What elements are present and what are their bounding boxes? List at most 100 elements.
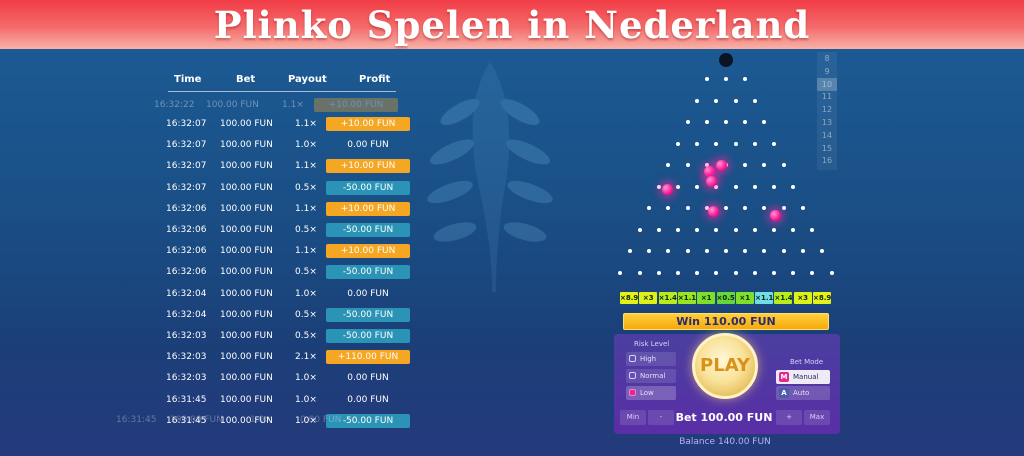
peg bbox=[772, 227, 776, 232]
cell-time: 16:32:07 bbox=[166, 182, 207, 193]
cell-bet: 100.00 FUN bbox=[220, 119, 273, 129]
cell-time: 16:32:04 bbox=[166, 288, 207, 299]
peg bbox=[656, 184, 661, 189]
cell-payout: 1.0× bbox=[295, 140, 317, 151]
cell-bet: 100.00 FUN bbox=[220, 225, 273, 235]
peg bbox=[829, 270, 834, 275]
peg bbox=[781, 249, 786, 253]
cell-time: 16:32:06 bbox=[166, 267, 207, 278]
cell-time: 16:32:06 bbox=[166, 246, 207, 257]
rows-option[interactable]: 14 bbox=[817, 129, 837, 142]
peg bbox=[666, 206, 671, 210]
risk-option-low[interactable]: Low bbox=[626, 386, 676, 400]
peg bbox=[743, 206, 748, 210]
cell-profit: +10.00 FUN bbox=[314, 98, 398, 112]
rows-option[interactable]: 11 bbox=[817, 90, 837, 103]
peg bbox=[695, 184, 700, 189]
cell-payout: 2.1× bbox=[295, 352, 317, 363]
peg bbox=[724, 77, 728, 81]
rows-option[interactable]: 8 bbox=[817, 52, 837, 65]
plinko-ball bbox=[716, 160, 727, 171]
peg bbox=[743, 77, 748, 81]
peg bbox=[752, 227, 757, 232]
peg bbox=[695, 98, 700, 103]
rows-option[interactable]: 13 bbox=[817, 116, 837, 129]
peg bbox=[810, 227, 815, 232]
rows-option[interactable]: 10 bbox=[817, 77, 837, 91]
peg bbox=[733, 184, 738, 189]
table-row: 16:32:03 100.00 FUN 0.5× -50.00 FUN bbox=[160, 328, 410, 346]
cell-profit: -50.00 FUN bbox=[326, 307, 410, 322]
balance-display: Balance 140.00 FUN bbox=[679, 437, 771, 447]
peg bbox=[772, 270, 776, 275]
peg bbox=[781, 206, 786, 210]
peg bbox=[791, 270, 796, 275]
cell-time: 16:32:04 bbox=[166, 309, 207, 320]
auto-key-icon: A bbox=[779, 388, 789, 398]
peg bbox=[714, 141, 719, 146]
rows-selector[interactable]: 8 9 10 11 12 13 14 15 16 bbox=[817, 52, 837, 170]
risk-low-icon bbox=[629, 389, 636, 396]
play-button[interactable]: PLAY bbox=[692, 333, 758, 399]
risk-option-normal[interactable]: Normal bbox=[626, 369, 676, 383]
table-row: 16:32:04 100.00 FUN 1.0× 0.00 FUN bbox=[160, 286, 400, 304]
peg bbox=[810, 270, 815, 275]
cell-bet: 100.00 FUN bbox=[220, 203, 273, 214]
cell-payout: 1.0× bbox=[250, 415, 272, 425]
cell-payout: 0.5× bbox=[295, 225, 317, 235]
cell-profit: +10.00 FUN bbox=[326, 201, 410, 216]
table-row: 16:32:06 100.00 FUN 0.5× -50.00 FUN bbox=[160, 264, 410, 282]
rows-option[interactable]: 9 bbox=[817, 65, 837, 78]
peg bbox=[666, 163, 671, 167]
risk-level-panel: Risk Level High Normal Low bbox=[620, 340, 676, 402]
risk-option-label: Low bbox=[640, 389, 654, 397]
peg bbox=[656, 227, 661, 232]
table-row: 16:32:03 100.00 FUN 2.1× +110.00 FUN bbox=[160, 349, 410, 367]
multiplier-slot: ×1 bbox=[697, 292, 716, 304]
cell-time: 16:32:06 bbox=[166, 225, 207, 235]
peg bbox=[714, 227, 719, 232]
peg bbox=[733, 141, 738, 146]
rows-option[interactable]: 15 bbox=[817, 142, 837, 155]
bet-amount: Bet 100.00 FUN bbox=[675, 411, 773, 424]
table-row: 16:32:03 100.00 FUN 1.0× 0.00 FUN bbox=[160, 370, 400, 388]
header-bet: Bet bbox=[236, 74, 256, 85]
peg bbox=[743, 120, 748, 124]
multiplier-slot: ×8.9 bbox=[813, 292, 832, 304]
cell-payout: 0.5× bbox=[295, 309, 317, 320]
cell-profit: -50.00 FUN bbox=[326, 329, 410, 343]
bet-mode-label: Auto bbox=[793, 389, 810, 397]
history-header: Time Bet Payout Profit bbox=[160, 74, 390, 92]
bet-increase-button[interactable]: + bbox=[776, 410, 802, 425]
risk-option-label: High bbox=[640, 355, 657, 363]
rows-option[interactable]: 12 bbox=[817, 103, 837, 116]
bet-decrease-button[interactable]: - bbox=[648, 410, 674, 425]
bet-mode-manual[interactable]: M Manual bbox=[776, 370, 830, 384]
bet-min-button[interactable]: Min bbox=[620, 410, 646, 425]
peg bbox=[800, 206, 805, 210]
table-row: 16:32:06 100.00 FUN 1.1× +10.00 FUN bbox=[160, 243, 410, 261]
cell-time: 16:31:45 bbox=[166, 394, 207, 405]
rows-option[interactable]: 16 bbox=[817, 154, 837, 167]
multiplier-slots: ×8.9 ×3 ×1.4 ×1.1 ×1 ×0.5 ×1 ×1.1 ×1.4 ×3 ×8.9 bbox=[620, 292, 832, 304]
risk-option-high[interactable]: High bbox=[626, 352, 676, 366]
table-row: 16:32:07 100.00 FUN 0.5× -50.00 FUN bbox=[160, 180, 410, 198]
table-row: 16:31:45 100.00 FUN 1.0× 0.00 FUN bbox=[160, 392, 400, 410]
cell-time: 16:31:45 bbox=[116, 415, 157, 425]
peg bbox=[637, 227, 642, 232]
peg bbox=[724, 206, 728, 210]
peg bbox=[676, 227, 680, 232]
bet-mode-auto[interactable]: A Auto bbox=[776, 386, 830, 400]
cell-payout: 1.0× bbox=[295, 373, 317, 384]
cell-payout: 1.0× bbox=[295, 288, 317, 299]
cell-payout: 1.1× bbox=[282, 100, 304, 110]
peg bbox=[791, 184, 796, 189]
bet-max-button[interactable]: Max bbox=[804, 410, 830, 425]
cell-profit: +10.00 FUN bbox=[326, 159, 410, 174]
peg bbox=[800, 249, 805, 253]
table-row-ghost: 16:31:45 100.00 FUN 1.0× 0.00 FUN bbox=[116, 415, 356, 429]
cell-bet: 100.00 FUN bbox=[220, 288, 273, 299]
peg bbox=[656, 270, 661, 275]
peg bbox=[762, 163, 767, 167]
peg bbox=[772, 184, 776, 189]
